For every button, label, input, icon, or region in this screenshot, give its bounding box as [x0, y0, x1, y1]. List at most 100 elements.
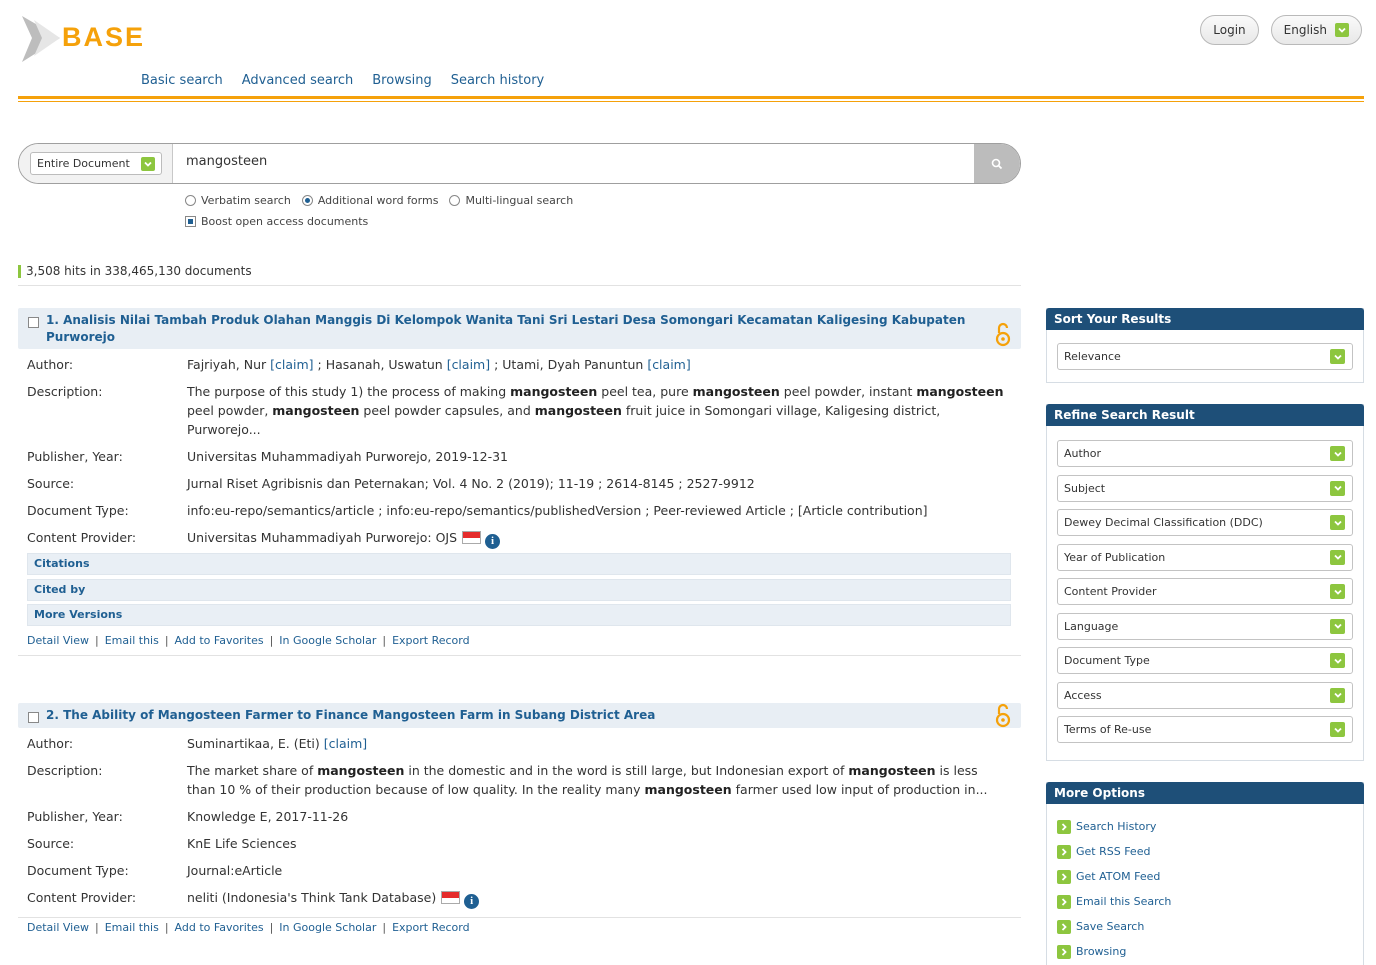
google-scholar-link[interactable]: In Google Scholar: [279, 921, 376, 934]
verbatim-radio[interactable]: [185, 195, 196, 206]
search-button[interactable]: [974, 144, 1020, 183]
scope-select[interactable]: Entire Document: [30, 152, 162, 175]
email-this-search-link[interactable]: Email this Search: [1057, 889, 1353, 914]
result-select-checkbox[interactable]: [28, 317, 39, 328]
chevron-down-icon: [1335, 23, 1349, 37]
export-record-link[interactable]: Export Record: [392, 921, 470, 934]
boost-open-access-checkbox[interactable]: [185, 216, 196, 227]
info-icon[interactable]: i: [464, 894, 480, 909]
language-select[interactable]: English: [1270, 15, 1362, 45]
google-scholar-link[interactable]: In Google Scholar: [279, 634, 376, 647]
get-atom-feed-link[interactable]: Get ATOM Feed: [1057, 864, 1353, 889]
multilingual-radio[interactable]: [449, 195, 461, 206]
author-key: Author:: [27, 357, 74, 372]
nav-advanced-search[interactable]: Advanced search: [242, 73, 354, 88]
claim-link[interactable]: [claim]: [647, 357, 690, 372]
refine-terms-of-reuse-select[interactable]: Terms of Re-use: [1057, 716, 1353, 743]
result-item: 2. The Ability of Mangosteen Farmer to F…: [18, 703, 1021, 939]
save-search-link[interactable]: Save Search: [1057, 914, 1353, 939]
arrow-right-icon: [1057, 944, 1071, 959]
sort-value: Relevance: [1064, 350, 1121, 363]
open-access-lock-icon: [995, 322, 1011, 347]
result-actions: Detail View | Email this | Add to Favorites |…: [18, 634, 1021, 656]
author-key: Author:: [27, 736, 74, 751]
boost-open-access-label: Boost open access documents: [201, 215, 369, 228]
search-input[interactable]: mangosteen: [186, 154, 267, 169]
login-button[interactable]: Login: [1200, 15, 1259, 45]
author-name[interactable]: Fajriyah, Nur: [187, 357, 266, 372]
result-title[interactable]: 1. Analisis Nilai Tambah Produk Olahan M…: [46, 312, 981, 346]
refine-document-type-select[interactable]: Document Type: [1057, 647, 1353, 674]
sort-panel: Sort Your Results Relevance: [1046, 308, 1364, 383]
sort-select[interactable]: Relevance: [1057, 343, 1353, 370]
indonesia-flag-icon: [462, 531, 482, 544]
info-icon[interactable]: i: [485, 534, 501, 549]
add-to-favorites-link[interactable]: Add to Favorites: [175, 634, 264, 647]
logo-text: BASE: [62, 22, 146, 52]
description-key: Description:: [27, 763, 103, 778]
get-rss-feed-link[interactable]: Get RSS Feed: [1057, 839, 1353, 864]
author-name[interactable]: Hasanah, Uswatun: [326, 357, 443, 372]
author-name[interactable]: Suminartikaa, E. (Eti): [187, 736, 320, 751]
login-label: Login: [1213, 23, 1246, 37]
description-value: The market share of mangosteen in the do…: [187, 763, 988, 797]
refine-ddc-select[interactable]: Dewey Decimal Classification (DDC): [1057, 509, 1353, 536]
description-value: The purpose of this study 1) the process…: [187, 384, 1004, 437]
search-history-link[interactable]: Search History: [1057, 814, 1353, 839]
refine-author-select[interactable]: Author: [1057, 440, 1353, 467]
refine-year-select[interactable]: Year of Publication: [1057, 543, 1353, 571]
chevron-down-icon: [141, 156, 155, 171]
citations-toggle[interactable]: Citations: [27, 553, 1011, 575]
scope-label: Entire Document: [37, 157, 130, 170]
document-type-value: Journal:eArticle: [187, 863, 283, 878]
result-select-checkbox[interactable]: [28, 712, 39, 723]
result-title-bar: 1. Analisis Nilai Tambah Produk Olahan M…: [18, 308, 1021, 349]
claim-link[interactable]: [claim]: [270, 357, 313, 372]
refine-language-select[interactable]: Language: [1057, 612, 1353, 640]
cited-by-toggle[interactable]: Cited by: [27, 578, 1011, 601]
source-value: KnE Life Sciences: [187, 836, 297, 851]
result-title[interactable]: 2. The Ability of Mangosteen Farmer to F…: [46, 707, 981, 724]
detail-view-link[interactable]: Detail View: [27, 634, 89, 647]
publisher-year-key: Publisher, Year:: [27, 809, 123, 824]
hits-count: 3,508 hits in 338,465,130 documents: [18, 264, 1021, 286]
additional-word-forms-label: Additional word forms: [317, 194, 439, 207]
claim-link[interactable]: [claim]: [447, 357, 490, 372]
browsing-link[interactable]: Browsing: [1057, 939, 1353, 964]
arrow-right-icon: [1057, 819, 1071, 834]
description-key: Description:: [27, 384, 103, 399]
more-options-title: More Options: [1046, 782, 1364, 804]
content-provider-name: Universitas Muhammadiyah Purworejo: OJS: [187, 530, 458, 545]
chevron-down-icon: [1330, 618, 1345, 634]
nav-basic-search[interactable]: Basic search: [141, 73, 223, 88]
export-record-link[interactable]: Export Record: [392, 634, 470, 647]
additional-word-forms-radio[interactable]: [301, 195, 313, 206]
nav-divider: [18, 96, 1364, 102]
email-this-link[interactable]: Email this: [105, 634, 159, 647]
author-name[interactable]: Utami, Dyah Panuntun: [502, 357, 643, 372]
nav-browsing[interactable]: Browsing: [372, 73, 431, 88]
email-this-link[interactable]: Email this: [105, 921, 159, 934]
refine-access-select[interactable]: Access: [1057, 681, 1353, 709]
indonesia-flag-icon: [441, 891, 461, 904]
publisher-year-value: Universitas Muhammadiyah Purworejo, 2019…: [187, 449, 508, 464]
arrow-right-icon: [1057, 894, 1071, 909]
nav-search-history[interactable]: Search history: [451, 73, 545, 88]
more-options-panel: More Options Search History Get RSS Feed…: [1046, 782, 1364, 965]
refine-subject-select[interactable]: Subject: [1057, 474, 1353, 502]
content-provider-value: neliti (Indonesia's Think Tank Database)…: [187, 888, 1021, 909]
content-provider-value: Universitas Muhammadiyah Purworejo: OJS i: [187, 528, 1021, 549]
sort-panel-title: Sort Your Results: [1046, 308, 1364, 330]
publisher-year-value: Knowledge E, 2017-11-26: [187, 809, 349, 824]
add-to-favorites-link[interactable]: Add to Favorites: [175, 921, 264, 934]
result-title-bar: 2. The Ability of Mangosteen Farmer to F…: [18, 703, 1021, 728]
chevron-down-icon: [1330, 653, 1345, 668]
search-icon: [991, 158, 1003, 169]
refine-content-provider-select[interactable]: Content Provider: [1057, 578, 1353, 605]
detail-view-link[interactable]: Detail View: [27, 921, 89, 934]
document-type-key: Document Type:: [27, 863, 129, 878]
result-item: 1. Analisis Nilai Tambah Produk Olahan M…: [18, 308, 1021, 656]
claim-link[interactable]: [claim]: [324, 736, 367, 751]
language-label: English: [1283, 23, 1327, 37]
more-versions-toggle[interactable]: More Versions: [27, 604, 1011, 626]
